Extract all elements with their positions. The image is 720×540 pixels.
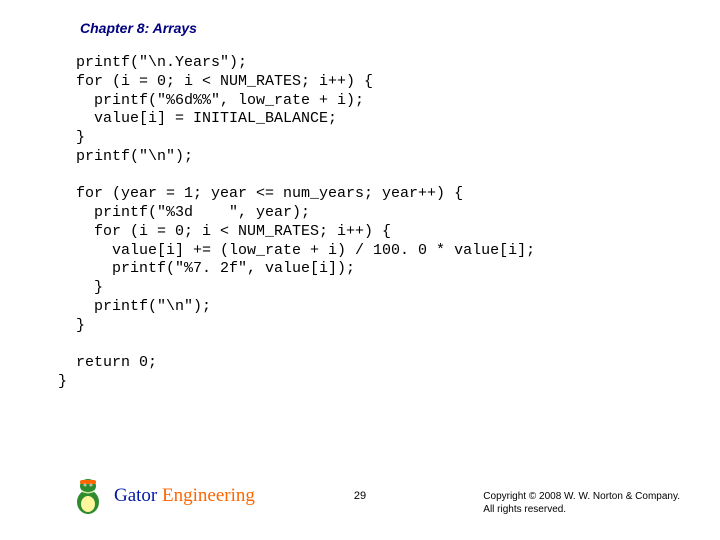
- slide-footer: Gator Engineering 29 Copyright © 2008 W.…: [0, 476, 720, 516]
- brand-engineering: Engineering: [157, 485, 255, 506]
- copyright-text: Copyright © 2008 W. W. Norton & Company.…: [483, 490, 680, 516]
- gator-logo-icon: [70, 476, 106, 516]
- brand-text: Gator Engineering: [114, 485, 255, 507]
- chapter-title: Chapter 8: Arrays: [80, 20, 197, 36]
- code-listing: printf("\n.Years"); for (i = 0; i < NUM_…: [58, 54, 535, 392]
- brand-gator: Gator: [114, 485, 157, 506]
- page-number: 29: [354, 490, 366, 502]
